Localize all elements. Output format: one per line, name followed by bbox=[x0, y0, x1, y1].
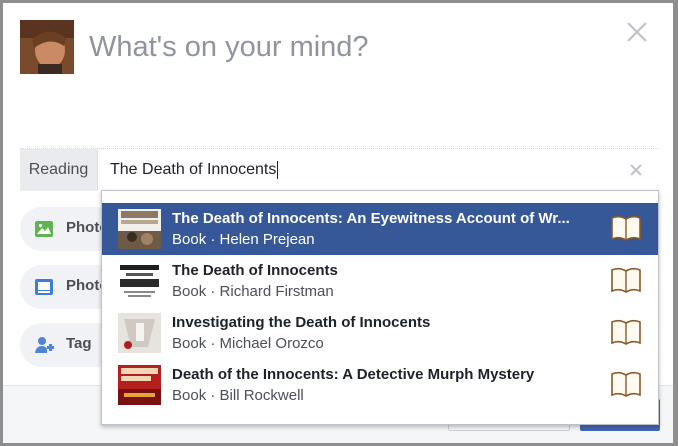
suggestion-type: Book bbox=[172, 231, 207, 248]
suggestion-item[interactable]: Death of the Innocents: A Detective Murp… bbox=[102, 359, 658, 411]
tag-people-label: Tag bbox=[66, 335, 92, 352]
close-button[interactable] bbox=[623, 18, 651, 46]
suggestion-author: Helen Prejean bbox=[219, 231, 315, 248]
book-icon bbox=[611, 215, 641, 241]
book-cover-thumbnail bbox=[118, 313, 161, 353]
activity-row: Reading The Death of Innocents bbox=[20, 149, 658, 191]
suggestion-subtitle: Book · Helen Prejean bbox=[172, 231, 315, 248]
activity-query-text: The Death of Innocents bbox=[110, 161, 277, 178]
suggestion-subtitle: Book · Bill Rockwell bbox=[172, 387, 304, 404]
suggestion-title: The Death of Innocents bbox=[172, 262, 338, 279]
close-icon bbox=[627, 22, 647, 42]
book-cover-thumbnail bbox=[118, 365, 161, 405]
book-icon bbox=[611, 371, 641, 397]
suggestion-title: Death of the Innocents: A Detective Murp… bbox=[172, 366, 535, 383]
book-icon bbox=[611, 267, 641, 293]
suggestion-type: Book bbox=[172, 283, 207, 300]
activity-suggestions-dropdown: The Death of Innocents: An Eyewitness Ac… bbox=[101, 190, 659, 425]
avatar bbox=[20, 20, 74, 74]
clear-icon bbox=[630, 164, 642, 176]
suggestion-author: Michael Orozco bbox=[219, 335, 324, 352]
clear-activity-button[interactable] bbox=[625, 159, 647, 181]
book-icon bbox=[611, 319, 641, 345]
status-input[interactable]: What's on your mind? bbox=[89, 31, 369, 64]
book-cover-thumbnail bbox=[118, 261, 161, 301]
photo-icon bbox=[35, 221, 53, 237]
suggestion-author: Richard Firstman bbox=[219, 283, 334, 300]
suggestion-type: Book bbox=[172, 335, 207, 352]
suggestion-item[interactable]: Investigating the Death of Innocents Boo… bbox=[102, 307, 658, 359]
suggestion-item[interactable]: The Death of Innocents: An Eyewitness Ac… bbox=[102, 203, 658, 255]
suggestion-item[interactable]: The Death of Innocents Book · Richard Fi… bbox=[102, 255, 658, 307]
suggestion-subtitle: Book · Michael Orozco bbox=[172, 335, 324, 352]
activity-search-input[interactable]: The Death of Innocents bbox=[110, 149, 279, 191]
suggestion-title: Investigating the Death of Innocents bbox=[172, 314, 431, 331]
photo-album-icon bbox=[35, 279, 53, 295]
suggestion-type: Book bbox=[172, 387, 207, 404]
composer-dialog: What's on your mind? Reading The Death o… bbox=[3, 3, 673, 443]
suggestion-subtitle: Book · Richard Firstman bbox=[172, 283, 334, 300]
book-cover-thumbnail bbox=[118, 209, 161, 249]
activity-label: Reading bbox=[20, 149, 98, 191]
suggestion-author: Bill Rockwell bbox=[219, 387, 304, 404]
tag-people-icon bbox=[35, 337, 54, 353]
text-caret bbox=[277, 160, 279, 179]
suggestion-title: The Death of Innocents: An Eyewitness Ac… bbox=[172, 210, 570, 227]
